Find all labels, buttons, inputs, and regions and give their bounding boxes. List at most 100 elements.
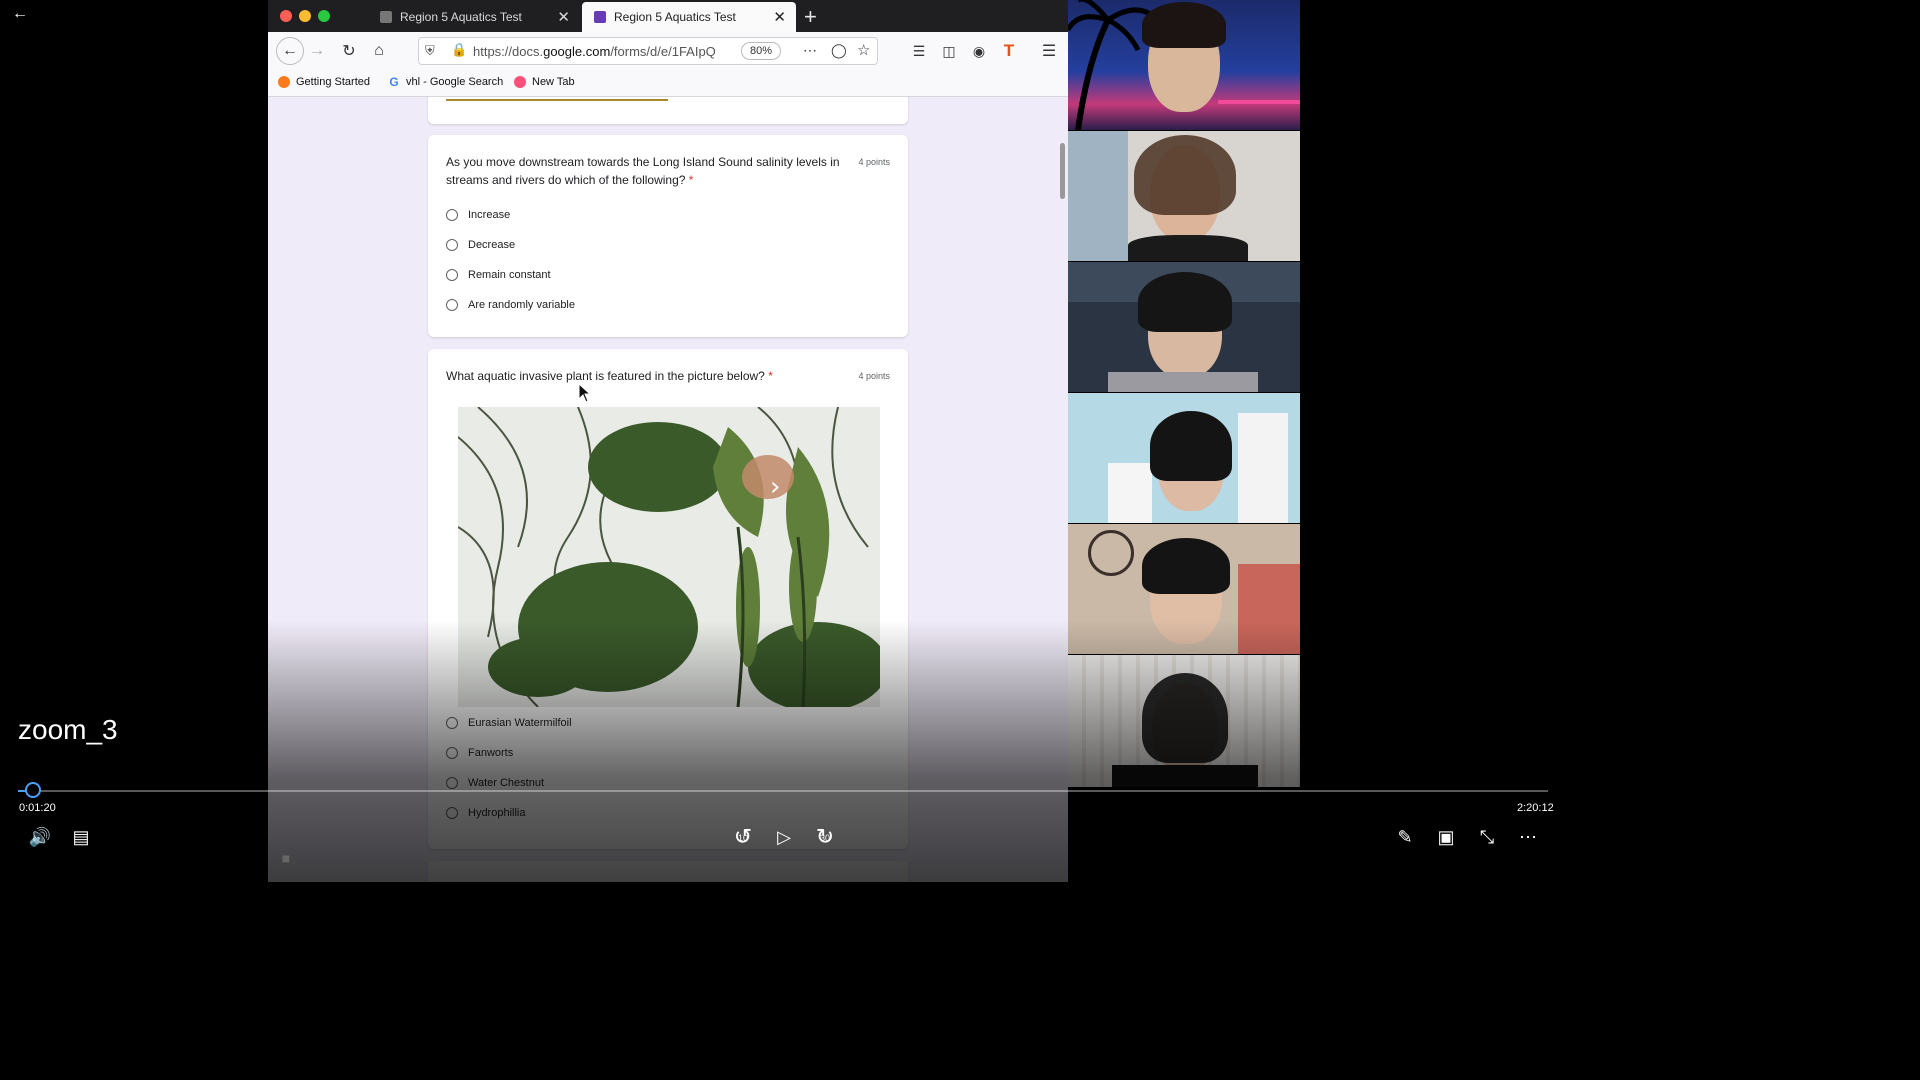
- participant-video-1[interactable]: [1068, 0, 1300, 130]
- seek-bar-thumb[interactable]: [25, 782, 42, 798]
- sidebar-icon[interactable]: ◫: [938, 40, 960, 62]
- shared-screen-browser: Region 5 Aquatics Test ✕ Region 5 Aquati…: [268, 0, 1068, 882]
- more-options-icon[interactable]: ⋯: [1514, 823, 1542, 851]
- tab-label: Region 5 Aquatics Test: [400, 10, 522, 24]
- tab-label: Region 5 Aquatics Test: [614, 10, 736, 24]
- close-tab-icon[interactable]: ✕: [773, 8, 786, 26]
- option-remain-constant[interactable]: Remain constant: [446, 269, 551, 281]
- participant-hair: [1150, 411, 1232, 481]
- background-cabinet: [1108, 463, 1152, 523]
- back-arrow-icon[interactable]: ←: [276, 37, 304, 65]
- mini-player-icon[interactable]: ▣: [1432, 823, 1460, 851]
- video-title: zoom_3: [18, 714, 118, 745]
- zoom-level-badge[interactable]: 80%: [741, 42, 781, 60]
- participant-video-3[interactable]: [1068, 262, 1300, 392]
- bookmarks-bar: Getting Started G vhl - Google Search Ne…: [268, 70, 1068, 97]
- tab-region5-inactive[interactable]: Region 5 Aquatics Test ✕: [368, 2, 580, 32]
- participant-clothing: [1108, 372, 1258, 392]
- required-asterisk: *: [688, 173, 694, 187]
- skip-back-button[interactable]: ↺ 10: [729, 823, 757, 851]
- close-tab-icon[interactable]: ✕: [557, 8, 570, 26]
- page-scrollbar[interactable]: [1060, 143, 1065, 199]
- bookmark-label: vhl - Google Search: [406, 76, 504, 88]
- participant-clothing: [1128, 235, 1248, 261]
- tab-region5-active[interactable]: Region 5 Aquatics Test ✕: [582, 2, 796, 32]
- option-increase[interactable]: Increase: [446, 209, 510, 221]
- option-decrease[interactable]: Decrease: [446, 239, 515, 251]
- radio-button[interactable]: [446, 747, 458, 759]
- account-icon: [380, 11, 392, 23]
- captions-icon[interactable]: ▤: [67, 823, 95, 851]
- next-question-card: [428, 861, 908, 882]
- library-icon[interactable]: ☰: [908, 40, 930, 62]
- seek-bar[interactable]: [18, 790, 1548, 792]
- bookmark-vhl-google-search[interactable]: G vhl - Google Search: [388, 75, 504, 89]
- radio-button[interactable]: [446, 269, 458, 281]
- feedback-icon[interactable]: ■: [272, 846, 300, 870]
- url-bar[interactable]: ⛨ 🔒 https://docs.google.com/forms/d/e/1F…: [418, 37, 878, 65]
- plant-photo: ›: [458, 407, 880, 707]
- extension-t-icon[interactable]: T: [998, 40, 1020, 62]
- firefox-icon: [278, 76, 290, 88]
- pen-icon[interactable]: ✎: [1391, 823, 1419, 851]
- background-shelf: [1068, 131, 1128, 261]
- radio-button[interactable]: [446, 239, 458, 251]
- total-duration: 2:20:12: [1517, 802, 1554, 814]
- participant-video-2[interactable]: [1068, 131, 1300, 261]
- required-asterisk: *: [768, 369, 773, 383]
- forward-arrow-icon[interactable]: →: [306, 40, 328, 62]
- bookmark-star-icon[interactable]: ☆: [857, 41, 870, 59]
- participant-clothing: [1112, 765, 1258, 787]
- svg-text:›: ›: [770, 472, 780, 502]
- radio-button[interactable]: [446, 807, 458, 819]
- back-button[interactable]: ←: [10, 4, 30, 24]
- option-water-chestnut[interactable]: Water Chestnut: [446, 777, 544, 789]
- participant-video-5[interactable]: [1068, 524, 1300, 654]
- background-door: [1238, 413, 1288, 523]
- participant-hair: [1142, 673, 1228, 763]
- account-icon[interactable]: ◉: [968, 40, 990, 62]
- participant-video-4[interactable]: [1068, 393, 1300, 523]
- answer-underline: [446, 99, 668, 101]
- question-text: As you move downstream towards the Long …: [446, 155, 840, 187]
- skip-forward-button[interactable]: ↻ 30: [811, 823, 839, 851]
- option-randomly-variable[interactable]: Are randomly variable: [446, 299, 575, 311]
- volume-icon[interactable]: 🔊: [26, 823, 54, 851]
- participant-video-6[interactable]: [1068, 655, 1300, 787]
- home-icon[interactable]: ⌂: [368, 40, 390, 62]
- close-window-button[interactable]: [280, 10, 292, 22]
- pocket-icon[interactable]: ◯: [831, 42, 847, 59]
- new-tab-button[interactable]: +: [804, 4, 817, 30]
- radio-button[interactable]: [446, 777, 458, 789]
- participant-hair: [1134, 135, 1236, 215]
- points-label: 4 points: [858, 371, 890, 381]
- radio-button[interactable]: [446, 209, 458, 221]
- participant-hair: [1142, 2, 1226, 48]
- elapsed-time: 0:01:20: [19, 802, 56, 814]
- points-label: 4 points: [858, 157, 890, 167]
- tab-strip: Region 5 Aquatics Test ✕ Region 5 Aquati…: [268, 0, 1068, 32]
- option-hydrophillia[interactable]: Hydrophillia: [446, 807, 525, 819]
- minimize-window-button[interactable]: [299, 10, 311, 22]
- exit-fullscreen-icon[interactable]: ⤡: [1473, 823, 1501, 851]
- mouse-cursor-icon: [578, 383, 592, 403]
- play-button[interactable]: ▷: [770, 823, 798, 851]
- radio-button[interactable]: [446, 717, 458, 729]
- maximize-window-button[interactable]: [318, 10, 330, 22]
- firefox-icon: [514, 76, 526, 88]
- option-eurasian-watermilfoil[interactable]: Eurasian Watermilfoil: [446, 717, 572, 729]
- reload-icon[interactable]: ↻: [338, 40, 360, 62]
- question-text: What aquatic invasive plant is featured …: [446, 369, 773, 383]
- option-fanworts[interactable]: Fanworts: [446, 747, 513, 759]
- bookmark-new-tab[interactable]: New Tab: [514, 76, 575, 88]
- google-icon: G: [389, 75, 399, 89]
- navigation-toolbar: ← → ↻ ⌂ ⛨ 🔒 https://docs.google.com/form…: [268, 32, 1068, 70]
- previous-question-card: [428, 97, 908, 124]
- lock-icon: 🔒: [451, 42, 468, 57]
- bookmark-getting-started[interactable]: Getting Started: [278, 76, 370, 88]
- bookmark-label: New Tab: [532, 76, 575, 88]
- hamburger-menu-icon[interactable]: ☰: [1038, 40, 1060, 62]
- more-actions-icon[interactable]: ⋯: [803, 42, 817, 59]
- radio-button[interactable]: [446, 299, 458, 311]
- bookmark-label: Getting Started: [296, 76, 370, 88]
